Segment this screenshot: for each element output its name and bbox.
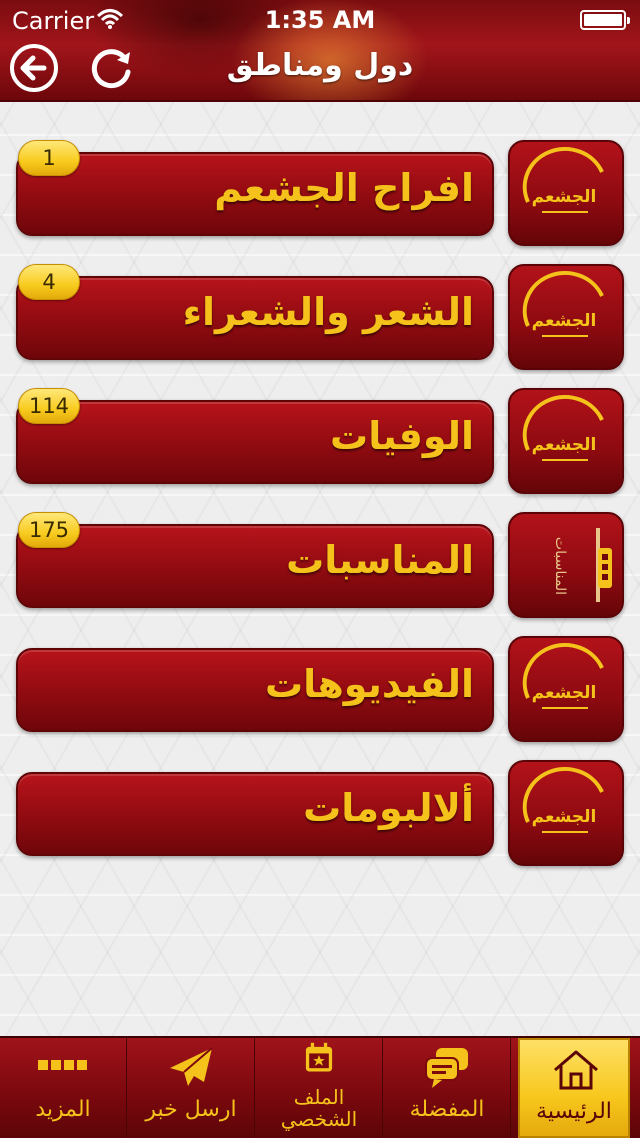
- tab-label: الملف الشخصي: [256, 1086, 382, 1130]
- calendar-icon: [305, 1042, 333, 1072]
- tab-more[interactable]: المزيد: [0, 1038, 127, 1138]
- jashaam-logo-icon: الجشعم: [522, 766, 604, 833]
- category-row-albums[interactable]: ألالبومات الجشعم: [0, 760, 640, 870]
- navigation-header: Carrier 1:35 AM دول ومناطق: [0, 0, 640, 102]
- category-row-weddings[interactable]: افراح الجشعم 1 الجشعم: [0, 140, 640, 250]
- tab-favorites[interactable]: المفضلة: [384, 1038, 511, 1138]
- category-bar[interactable]: الفيديوهات: [16, 648, 494, 732]
- refresh-icon: [91, 49, 131, 89]
- occasions-icon: المناسبات: [552, 528, 612, 602]
- jashaam-logo-icon: الجشعم: [522, 394, 604, 461]
- category-bar[interactable]: ألالبومات: [16, 772, 494, 856]
- category-bar[interactable]: افراح الجشعم: [16, 152, 494, 236]
- category-label: المناسبات: [286, 538, 474, 582]
- status-bar: Carrier 1:35 AM: [0, 0, 640, 40]
- category-label: الشعر والشعراء: [182, 290, 474, 334]
- svg-text:الجشعم: الجشعم: [532, 187, 597, 207]
- category-row-occasions[interactable]: المناسبات 175 المناسبات: [0, 512, 640, 622]
- category-thumbnail[interactable]: الجشعم: [508, 760, 624, 866]
- svg-text:الجشعم: الجشعم: [532, 683, 597, 703]
- tab-bar: المزيد ارسل خبر الملف الشخصي المفضلة الر…: [0, 1036, 640, 1138]
- svg-text:الجشعم: الجشعم: [532, 435, 597, 455]
- svg-text:المناسبات: المناسبات: [552, 537, 568, 595]
- category-thumbnail[interactable]: الجشعم: [508, 636, 624, 742]
- category-bar[interactable]: الشعر والشعراء: [16, 276, 494, 360]
- tab-label: الرئيسية: [536, 1099, 612, 1124]
- count-badge: 175: [18, 512, 80, 548]
- jashaam-logo-icon: الجشعم: [522, 270, 604, 337]
- back-arrow-icon: [10, 44, 58, 92]
- category-bar[interactable]: الوفيات: [16, 400, 494, 484]
- chat-bubbles-icon: [425, 1048, 468, 1088]
- jashaam-logo-icon: الجشعم: [522, 146, 604, 213]
- jashaam-logo-icon: الجشعم: [522, 642, 604, 709]
- battery-icon: [580, 10, 630, 30]
- svg-text:الجشعم: الجشعم: [532, 807, 597, 827]
- tab-label: المزيد: [35, 1097, 91, 1122]
- count-badge: 4: [18, 264, 80, 300]
- tab-label: المفضلة: [409, 1097, 485, 1122]
- category-row-poetry[interactable]: الشعر والشعراء 4 الجشعم: [0, 264, 640, 374]
- category-row-videos[interactable]: الفيديوهات الجشعم: [0, 636, 640, 746]
- category-thumbnail[interactable]: الجشعم: [508, 388, 624, 494]
- status-time: 1:35 AM: [264, 6, 376, 34]
- grid-icon: [38, 1060, 87, 1070]
- page-title: دول ومناطق: [226, 48, 414, 83]
- tab-send-news[interactable]: ارسل خبر: [128, 1038, 255, 1138]
- tab-label: ارسل خبر: [145, 1097, 237, 1122]
- svg-text:الجشعم: الجشعم: [532, 311, 597, 331]
- category-label: الوفيات: [330, 414, 474, 458]
- paper-plane-icon: [170, 1047, 213, 1086]
- tab-profile[interactable]: الملف الشخصي: [256, 1038, 383, 1138]
- refresh-button[interactable]: [86, 42, 138, 94]
- count-badge: 114: [18, 388, 80, 424]
- home-icon: [554, 1050, 598, 1090]
- count-badge: 1: [18, 140, 80, 176]
- category-row-obituaries[interactable]: الوفيات 114 الجشعم: [0, 388, 640, 498]
- category-label: ألالبومات: [303, 786, 474, 830]
- category-thumbnail[interactable]: الجشعم: [508, 140, 624, 246]
- tab-label-line: الملف: [293, 1085, 345, 1109]
- category-thumbnail[interactable]: الجشعم: [508, 264, 624, 370]
- category-label: افراح الجشعم: [214, 166, 474, 210]
- tab-home[interactable]: الرئيسية: [518, 1038, 630, 1138]
- category-thumbnail[interactable]: المناسبات: [508, 512, 624, 618]
- category-bar[interactable]: المناسبات: [16, 524, 494, 608]
- tab-label-line: الشخصي: [280, 1107, 358, 1131]
- category-label: الفيديوهات: [265, 662, 474, 706]
- back-button[interactable]: [8, 42, 60, 94]
